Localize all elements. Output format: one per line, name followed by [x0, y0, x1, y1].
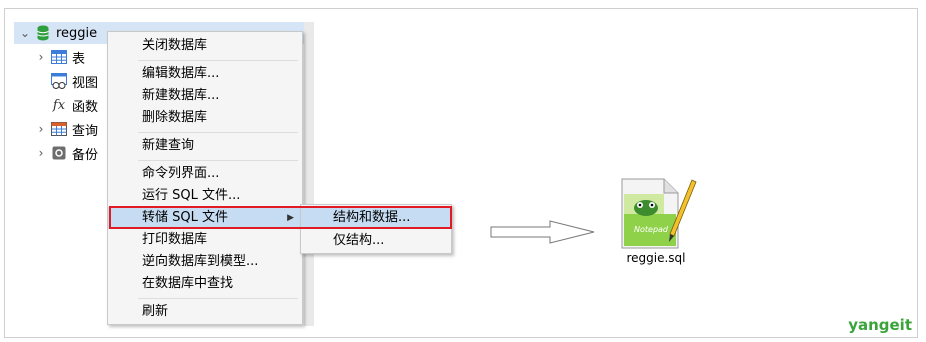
- brand-watermark: yangeit: [848, 316, 912, 334]
- context-menu: 关闭数据库 编辑数据库... 新建数据库... 删除数据库 新建查询 命令列界面…: [107, 31, 303, 325]
- right-arrow-icon: [490, 220, 595, 244]
- menu-item-label: 转储 SQL 文件: [142, 210, 228, 225]
- submenu-item-structure-only[interactable]: 仅结构...: [301, 230, 451, 252]
- menu-separator: [138, 132, 298, 133]
- file-name-label: reggie.sql: [626, 251, 686, 265]
- menu-separator: [138, 60, 298, 61]
- submenu-item-structure-and-data[interactable]: 结构和数据...: [301, 207, 451, 229]
- menu-item-close-database[interactable]: 关闭数据库: [108, 35, 302, 57]
- function-icon: fx: [52, 97, 66, 113]
- tree-item-label: 查询: [72, 123, 99, 139]
- tree-item-label: 表: [72, 51, 86, 67]
- tree-item-label: 视图: [72, 75, 99, 91]
- menu-item-dump-sql-file[interactable]: 转储 SQL 文件 ▶: [108, 207, 302, 229]
- menu-separator: [138, 298, 298, 299]
- menu-item-reverse-to-model[interactable]: 逆向数据库到模型...: [108, 251, 302, 273]
- chevron-right-icon[interactable]: ›: [34, 142, 48, 164]
- tree-database-label: reggie: [56, 25, 98, 41]
- menu-item-run-sql-file[interactable]: 运行 SQL 文件...: [108, 185, 302, 207]
- chevron-right-icon[interactable]: ›: [34, 46, 48, 68]
- tree-item-functions[interactable]: fx 函数: [48, 94, 98, 116]
- menu-item-delete-database[interactable]: 删除数据库: [108, 107, 302, 129]
- menu-item-print-database[interactable]: 打印数据库: [108, 229, 302, 251]
- tree-scrollbar[interactable]: [304, 22, 314, 326]
- menu-item-command-line[interactable]: 命令列界面...: [108, 163, 302, 185]
- menu-item-new-query[interactable]: 新建查询: [108, 135, 302, 157]
- submenu-arrow-icon: ▶: [287, 213, 294, 223]
- tree-item-label: 备份: [72, 147, 99, 163]
- tree-item-views[interactable]: 视图: [48, 70, 98, 92]
- menu-item-refresh[interactable]: 刷新: [108, 301, 302, 323]
- query-icon: [50, 120, 68, 138]
- tree-item-tables[interactable]: › 表: [34, 46, 85, 68]
- chevron-down-icon[interactable]: ⌄: [18, 22, 32, 44]
- database-icon: [34, 24, 52, 42]
- menu-item-new-database[interactable]: 新建数据库...: [108, 85, 302, 107]
- backup-icon: [50, 144, 68, 162]
- tree-item-label: 函数: [72, 99, 99, 115]
- tree-item-backups[interactable]: › 备份: [34, 142, 98, 164]
- view-icon: [50, 72, 68, 90]
- chevron-right-icon[interactable]: ›: [34, 118, 48, 140]
- tree-item-queries[interactable]: › 查询: [34, 118, 98, 140]
- menu-item-find-in-database[interactable]: 在数据库中查找: [108, 273, 302, 295]
- dump-submenu: 结构和数据... 仅结构...: [300, 204, 452, 254]
- menu-separator: [138, 160, 298, 161]
- table-icon: [50, 48, 68, 66]
- tree-item-database[interactable]: ⌄ reggie: [18, 22, 97, 44]
- menu-item-edit-database[interactable]: 编辑数据库...: [108, 63, 302, 85]
- svg-text:Notepad: Notepad: [634, 225, 669, 234]
